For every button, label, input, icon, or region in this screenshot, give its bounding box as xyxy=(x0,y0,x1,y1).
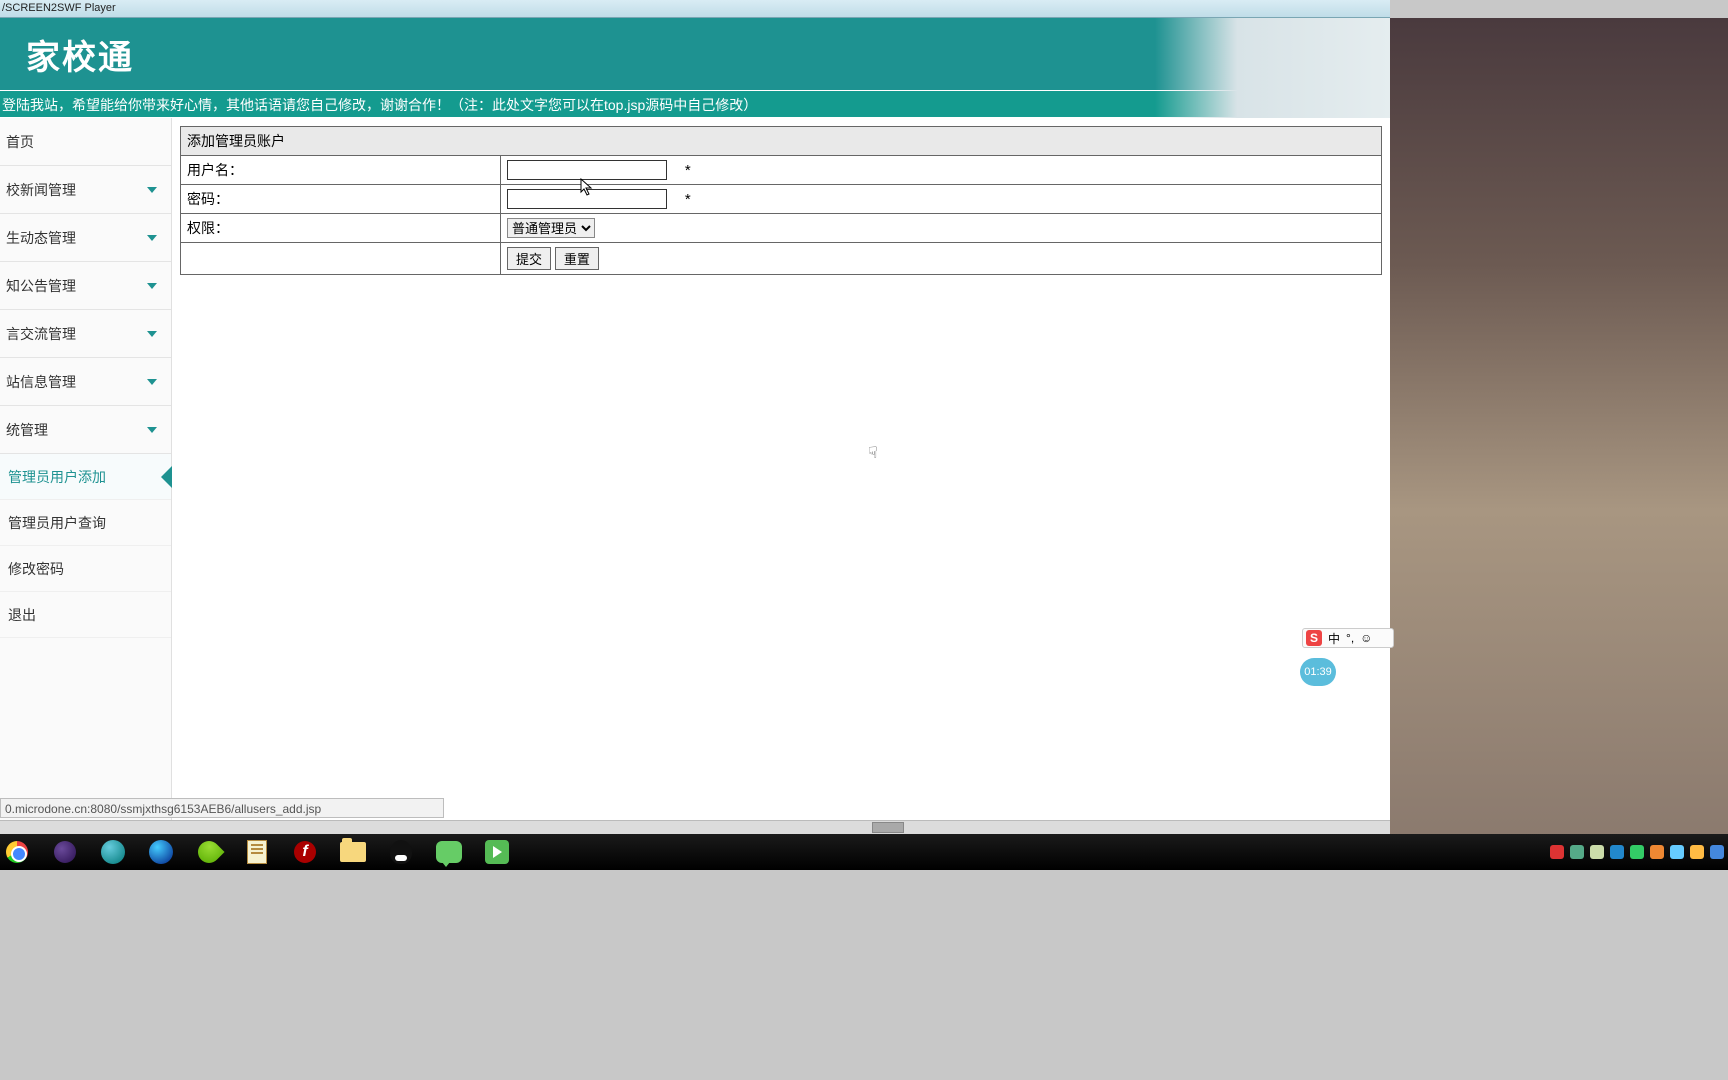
desktop-background xyxy=(1390,18,1728,838)
chevron-down-icon xyxy=(147,187,157,193)
required-mark: * xyxy=(685,191,691,208)
ime-lang[interactable]: 中 xyxy=(1328,630,1340,647)
taskbar-notepad-icon[interactable] xyxy=(242,837,272,867)
taskbar[interactable]: f xyxy=(0,834,1728,870)
chevron-down-icon xyxy=(147,379,157,385)
taskbar-eclipse-icon[interactable] xyxy=(50,837,80,867)
sidebar-sub-label: 管理员用户查询 xyxy=(8,515,106,531)
ime-punct[interactable]: °, xyxy=(1346,631,1354,645)
system-tray[interactable] xyxy=(1550,834,1724,870)
sidebar-sub-admin-add[interactable]: 管理员用户添加 xyxy=(0,454,171,500)
chevron-down-icon xyxy=(147,427,157,433)
tray-icon[interactable] xyxy=(1610,845,1624,859)
role-select[interactable]: 普通管理员 xyxy=(507,218,595,238)
sidebar-item-label: 生动态管理 xyxy=(6,214,76,262)
sidebar: 首页 校新闻管理 生动态管理 知公告管理 言交流管理 站信息管理 xyxy=(0,118,172,820)
taskbar-qq-icon[interactable] xyxy=(386,837,416,867)
sidebar-item-label: 言交流管理 xyxy=(6,310,76,358)
tray-icon[interactable] xyxy=(1550,845,1564,859)
required-mark: * xyxy=(685,162,691,179)
taskbar-explorer-icon[interactable] xyxy=(338,837,368,867)
sidebar-item-label: 知公告管理 xyxy=(6,262,76,310)
username-input[interactable] xyxy=(507,160,667,180)
taskbar-leaf-icon[interactable] xyxy=(194,837,224,867)
sidebar-item-label: 统管理 xyxy=(6,406,48,454)
taskbar-player-icon[interactable] xyxy=(482,837,512,867)
tray-icon[interactable] xyxy=(1590,845,1604,859)
form-title: 添加管理员账户 xyxy=(181,127,1382,156)
recording-timer[interactable]: 01:39 xyxy=(1300,658,1336,686)
submit-button[interactable]: 提交 xyxy=(507,247,551,270)
admin-add-form: 添加管理员账户 用户名： * 密码： * 权 xyxy=(180,126,1382,275)
horizontal-scrollbar[interactable] xyxy=(0,820,1390,834)
sidebar-item-label: 站信息管理 xyxy=(6,358,76,406)
tray-icon[interactable] xyxy=(1630,845,1644,859)
role-label: 权限： xyxy=(181,214,501,243)
sidebar-sub-label: 管理员用户添加 xyxy=(8,469,106,485)
window-title: /SCREEN2SWF Player xyxy=(2,2,116,14)
sogou-icon: S xyxy=(1306,630,1322,646)
username-label: 用户名： xyxy=(181,156,501,185)
sidebar-sub-change-password[interactable]: 修改密码 xyxy=(0,546,171,592)
sidebar-item-news[interactable]: 校新闻管理 xyxy=(0,166,171,214)
main-content: 添加管理员账户 用户名： * 密码： * 权 xyxy=(172,118,1390,820)
tray-icon[interactable] xyxy=(1710,845,1724,859)
taskbar-wechat-icon[interactable] xyxy=(434,837,464,867)
ime-emoji[interactable]: ☺ xyxy=(1360,631,1372,645)
sidebar-item-home[interactable]: 首页 xyxy=(0,118,171,166)
taskbar-app1-icon[interactable] xyxy=(98,837,128,867)
chevron-down-icon xyxy=(147,331,157,337)
button-row-spacer xyxy=(181,243,501,275)
taskbar-app2-icon[interactable] xyxy=(146,837,176,867)
chevron-down-icon xyxy=(147,235,157,241)
tray-icon[interactable] xyxy=(1670,845,1684,859)
welcome-text: 登陆我站，希望能给你带来好心情，其他话语请您自己修改，谢谢合作！（注：此处文字您… xyxy=(2,97,757,113)
password-label: 密码： xyxy=(181,185,501,214)
sidebar-item-forum[interactable]: 言交流管理 xyxy=(0,310,171,358)
scrollbar-thumb[interactable] xyxy=(872,822,904,833)
app-header: 家校通 xyxy=(0,18,1390,90)
app-brand: 家校通 xyxy=(26,30,134,79)
taskbar-chrome-icon[interactable] xyxy=(2,837,32,867)
ime-floating-bar[interactable]: S 中 °, ☺ xyxy=(1302,628,1394,648)
status-url: 0.microdone.cn:8080/ssmjxthsg6153AEB6/al… xyxy=(0,798,444,818)
sidebar-item-student[interactable]: 生动态管理 xyxy=(0,214,171,262)
welcome-banner: 登陆我站，希望能给你带来好心情，其他话语请您自己修改，谢谢合作！（注：此处文字您… xyxy=(0,90,1390,118)
sidebar-sub-label: 退出 xyxy=(8,607,36,623)
tray-icon[interactable] xyxy=(1650,845,1664,859)
reset-button[interactable]: 重置 xyxy=(555,247,599,270)
sidebar-item-label: 校新闻管理 xyxy=(6,166,76,214)
sidebar-item-label: 首页 xyxy=(6,118,34,166)
taskbar-flash-icon[interactable]: f xyxy=(290,837,320,867)
sidebar-sub-admin-query[interactable]: 管理员用户查询 xyxy=(0,500,171,546)
sidebar-sub-logout[interactable]: 退出 xyxy=(0,592,171,638)
app-area: 家校通 登陆我站，希望能给你带来好心情，其他话语请您自己修改，谢谢合作！（注：此… xyxy=(0,18,1390,820)
window-titlebar[interactable]: /SCREEN2SWF Player xyxy=(0,0,1390,18)
timer-value: 01:39 xyxy=(1304,666,1332,678)
sidebar-item-system[interactable]: 统管理 xyxy=(0,406,171,454)
tray-icon[interactable] xyxy=(1570,845,1584,859)
sidebar-item-siteinfo[interactable]: 站信息管理 xyxy=(0,358,171,406)
sidebar-sub-label: 修改密码 xyxy=(8,561,64,577)
password-input[interactable] xyxy=(507,189,667,209)
chevron-down-icon xyxy=(147,283,157,289)
sidebar-item-notice[interactable]: 知公告管理 xyxy=(0,262,171,310)
tray-icon[interactable] xyxy=(1690,845,1704,859)
